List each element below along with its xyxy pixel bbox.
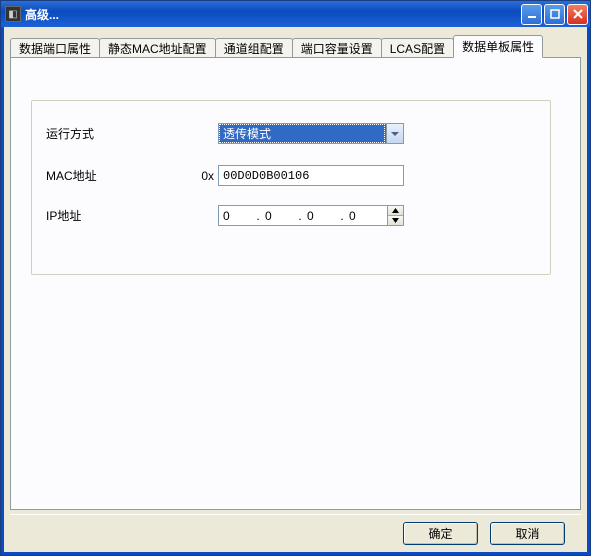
window-title: 高级... [25, 6, 521, 23]
tab-data-port-attr[interactable]: 数据端口属性 [10, 38, 100, 58]
dialog-window: ◧ 高级... 数据端口属性 静态MAC地址配置 通道组配置 端口容量设置 LC… [0, 0, 591, 556]
dialog-footer: 确定 取消 [10, 514, 581, 552]
mac-input[interactable] [218, 165, 404, 186]
close-button[interactable] [567, 4, 588, 25]
ip-spin-up[interactable] [388, 206, 403, 216]
ip-body[interactable]: . . . [218, 205, 388, 226]
ip-octet-2[interactable] [261, 209, 297, 223]
ip-spin-down[interactable] [388, 216, 403, 225]
tab-static-mac-config[interactable]: 静态MAC地址配置 [99, 38, 216, 58]
tab-lcas-config[interactable]: LCAS配置 [381, 38, 454, 58]
tab-panel: 运行方式 透传模式 MAC地址 0x IP地址 [10, 57, 581, 510]
client-area: 数据端口属性 静态MAC地址配置 通道组配置 端口容量设置 LCAS配置 数据单… [1, 27, 590, 555]
minimize-button[interactable] [521, 4, 542, 25]
tab-channel-group-config[interactable]: 通道组配置 [215, 38, 293, 58]
run-mode-row: 运行方式 透传模式 [46, 123, 404, 144]
run-mode-label: 运行方式 [46, 125, 196, 142]
ip-label: IP地址 [46, 207, 196, 224]
tab-port-capacity[interactable]: 端口容量设置 [292, 38, 382, 58]
run-mode-combo[interactable]: 透传模式 [218, 123, 404, 144]
form-group: 运行方式 透传模式 MAC地址 0x IP地址 [31, 100, 551, 275]
ok-button[interactable]: 确定 [403, 522, 478, 545]
tabstrip: 数据端口属性 静态MAC地址配置 通道组配置 端口容量设置 LCAS配置 数据单… [10, 33, 581, 57]
window-buttons [521, 4, 588, 25]
ip-octet-1[interactable] [219, 209, 255, 223]
ip-row: IP地址 . . . [46, 205, 404, 226]
ip-octet-4[interactable] [345, 209, 381, 223]
ip-spinner [388, 205, 404, 226]
tab-data-board-attr[interactable]: 数据单板属性 [453, 35, 543, 58]
chevron-down-icon[interactable] [386, 123, 404, 144]
cancel-button[interactable]: 取消 [490, 522, 565, 545]
ip-control: . . . [218, 205, 404, 226]
mac-prefix: 0x [196, 169, 218, 183]
app-icon: ◧ [5, 6, 21, 22]
maximize-button[interactable] [544, 4, 565, 25]
mac-row: MAC地址 0x [46, 165, 404, 186]
titlebar: ◧ 高级... [1, 1, 590, 27]
ip-octet-3[interactable] [303, 209, 339, 223]
run-mode-value: 透传模式 [218, 123, 386, 144]
mac-label: MAC地址 [46, 167, 196, 184]
